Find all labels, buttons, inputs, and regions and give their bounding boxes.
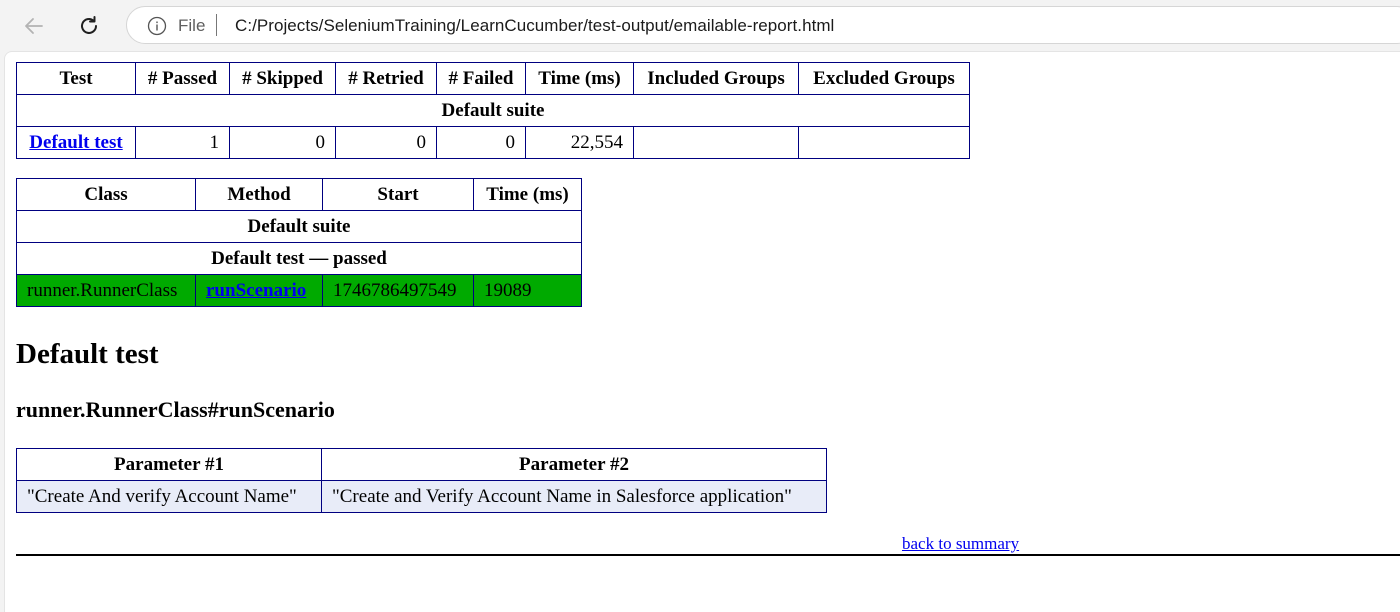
browser-toolbar: File C:/Projects/SeleniumTraining/LearnC… bbox=[0, 0, 1400, 52]
methods-suite-row: Default suite bbox=[16, 210, 582, 243]
default-test-link[interactable]: Default test bbox=[29, 132, 122, 153]
methods-suite-label: Default suite bbox=[16, 210, 582, 243]
col-header-test: Test bbox=[16, 62, 136, 95]
retried-count: 0 bbox=[335, 126, 437, 159]
col-header-time: Time (ms) bbox=[525, 62, 634, 95]
run-scenario-link[interactable]: runScenario bbox=[206, 280, 306, 301]
col-header-passed: # Passed bbox=[135, 62, 230, 95]
address-divider bbox=[216, 14, 217, 36]
col-header-retried: # Retried bbox=[335, 62, 437, 95]
params-value-row: "Create And verify Account Name" "Create… bbox=[16, 480, 827, 513]
test-name-cell: Default test bbox=[16, 126, 136, 159]
skipped-count: 0 bbox=[229, 126, 336, 159]
time-ms-value: 22,554 bbox=[525, 126, 634, 159]
col-header-skipped: # Skipped bbox=[229, 62, 336, 95]
address-bar[interactable]: File C:/Projects/SeleniumTraining/LearnC… bbox=[126, 6, 1400, 44]
col-header-param-2: Parameter #2 bbox=[321, 448, 827, 481]
col-header-excluded-groups: Excluded Groups bbox=[798, 62, 970, 95]
back-button[interactable] bbox=[17, 9, 51, 43]
method-name-cell: runScenario bbox=[195, 274, 323, 307]
col-header-class: Class bbox=[16, 178, 196, 211]
class-name-cell: runner.RunnerClass bbox=[16, 274, 196, 307]
passed-count: 1 bbox=[135, 126, 230, 159]
url-scheme-label: File bbox=[178, 16, 206, 35]
info-icon[interactable] bbox=[147, 16, 167, 36]
params-header-row: Parameter #1 Parameter #2 bbox=[16, 448, 827, 481]
arrow-left-icon bbox=[25, 18, 43, 34]
param-2-value: "Create and Verify Account Name in Sales… bbox=[321, 480, 827, 513]
param-1-value: "Create And verify Account Name" bbox=[16, 480, 322, 513]
col-header-included-groups: Included Groups bbox=[633, 62, 799, 95]
test-status-row: Default test — passed bbox=[16, 242, 582, 275]
start-time-cell: 1746786497549 bbox=[322, 274, 474, 307]
reload-button[interactable] bbox=[72, 9, 106, 43]
methods-table: Class Method Start Time (ms) Default sui… bbox=[16, 178, 582, 307]
horizontal-rule bbox=[16, 554, 1400, 556]
suite-label: Default suite bbox=[16, 94, 970, 127]
failed-count: 0 bbox=[436, 126, 526, 159]
col-header-method-time: Time (ms) bbox=[473, 178, 582, 211]
suite-summary-table: Test # Passed # Skipped # Retried # Fail… bbox=[16, 62, 970, 159]
col-header-method: Method bbox=[195, 178, 323, 211]
reload-icon bbox=[81, 16, 97, 34]
summary-data-row: Default test 1 0 0 0 22,554 bbox=[16, 126, 970, 159]
col-header-param-1: Parameter #1 bbox=[16, 448, 322, 481]
col-header-failed: # Failed bbox=[436, 62, 526, 95]
methods-header-row: Class Method Start Time (ms) bbox=[16, 178, 582, 211]
col-header-start: Start bbox=[322, 178, 474, 211]
included-groups-value bbox=[633, 126, 799, 159]
back-to-summary-link[interactable]: back to summary bbox=[902, 534, 1019, 554]
parameters-table: Parameter #1 Parameter #2 "Create And ve… bbox=[16, 448, 827, 513]
suite-row: Default suite bbox=[16, 94, 970, 127]
test-status-label: Default test — passed bbox=[16, 242, 582, 275]
excluded-groups-value bbox=[798, 126, 970, 159]
summary-header-row: Test # Passed # Skipped # Retried # Fail… bbox=[16, 62, 970, 95]
test-heading: Default test bbox=[16, 338, 159, 370]
method-heading: runner.RunnerClass#runScenario bbox=[16, 397, 335, 422]
passed-method-row: runner.RunnerClass runScenario 174678649… bbox=[16, 274, 582, 307]
page-viewport: Test # Passed # Skipped # Retried # Fail… bbox=[4, 51, 1400, 612]
method-time-cell: 19089 bbox=[473, 274, 582, 307]
url-text[interactable]: C:/Projects/SeleniumTraining/LearnCucumb… bbox=[235, 16, 834, 36]
